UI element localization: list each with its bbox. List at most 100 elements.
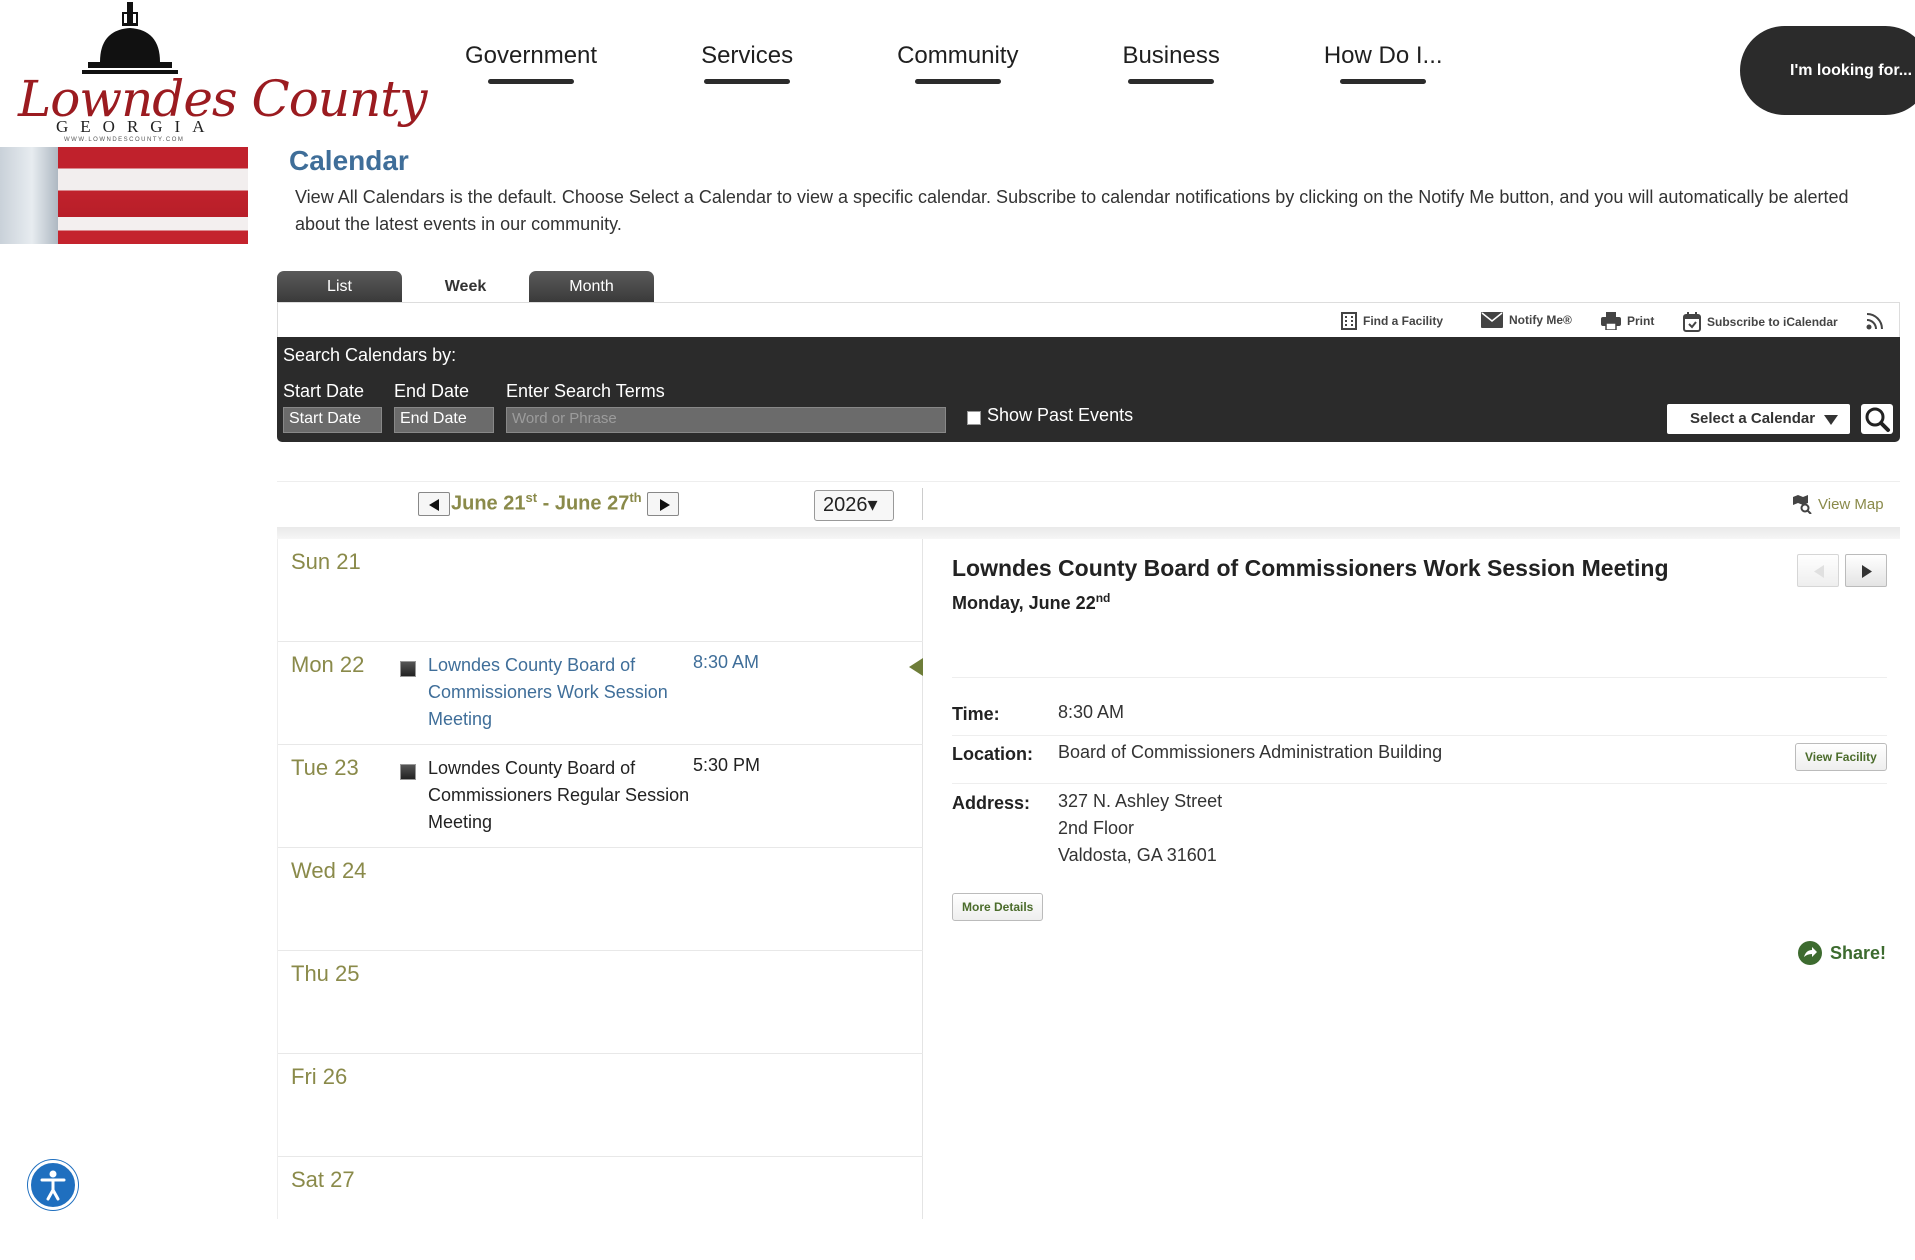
week-start-suffix: st: [525, 490, 538, 505]
header-divider: [922, 488, 923, 520]
view-map-label: View Map: [1818, 495, 1884, 513]
nav-label: Business: [1122, 42, 1220, 69]
event-link[interactable]: Lowndes County Board of Commissioners Wo…: [428, 652, 698, 733]
next-week-button[interactable]: [647, 492, 679, 516]
year-value: 2026: [823, 494, 868, 516]
search-heading: Search Calendars by:: [283, 345, 457, 365]
flag-banner-image: [0, 147, 248, 244]
year-select[interactable]: 2026▾: [814, 490, 894, 521]
nav-how-do-i[interactable]: How Do I...: [1324, 42, 1443, 84]
triangle-right-icon: [1862, 565, 1872, 578]
flag-pole: [0, 147, 58, 244]
calendar-icon: [1683, 312, 1701, 332]
nav-business[interactable]: Business: [1122, 42, 1220, 84]
day-name: Sun 21: [291, 549, 361, 574]
nav-services[interactable]: Services: [701, 42, 793, 84]
address-line-3: Valdosta, GA 31601: [1058, 845, 1217, 865]
search-terms-label: Enter Search Terms: [506, 381, 665, 401]
calendar-color-square: [400, 661, 416, 677]
search-terms-input[interactable]: Word or Phrase: [506, 407, 946, 433]
week-end-suffix: th: [629, 490, 642, 505]
nav-government[interactable]: Government: [465, 42, 597, 84]
tab-week[interactable]: Week: [403, 271, 528, 302]
day-row-sat: Sat 27: [278, 1157, 923, 1260]
event-date: Monday, June 22nd: [952, 591, 1110, 614]
time-value: 8:30 AM: [1058, 702, 1125, 722]
county-logo[interactable]: Lowndes County GEORGIA WWW.LOWNDESCOUNTY…: [10, 0, 428, 145]
tab-month[interactable]: Month: [529, 271, 654, 302]
printer-icon: [1601, 312, 1621, 330]
print-button[interactable]: Print: [1601, 312, 1654, 330]
nav-underline: [1128, 79, 1215, 84]
logo-state-text: GEORGIA: [56, 117, 217, 136]
view-map-button[interactable]: View Map: [1792, 494, 1884, 514]
main-nav: Government Services Community Business H…: [465, 42, 1443, 84]
address-line-2: 2nd Floor: [1058, 818, 1135, 838]
next-event-button[interactable]: [1845, 554, 1887, 587]
event-date-suffix: nd: [1095, 591, 1111, 605]
divider: [952, 783, 1887, 784]
nav-label: Government: [465, 42, 598, 69]
nav-community[interactable]: Community: [897, 42, 1018, 84]
map-search-icon: [1793, 495, 1812, 514]
nav-underline: [704, 79, 791, 84]
start-date-label: Start Date: [283, 381, 365, 401]
day-name: Thu 25: [291, 961, 360, 986]
find-facility-button[interactable]: Find a Facility: [1341, 312, 1443, 330]
triangle-right-icon: [660, 499, 670, 511]
view-facility-button[interactable]: View Facility: [1795, 743, 1887, 771]
prev-week-button[interactable]: [418, 492, 450, 516]
address-label: Address:: [952, 793, 1031, 813]
search-panel: Search Calendars by: Start Date End Date…: [277, 337, 1900, 442]
building-icon: [1341, 312, 1357, 330]
day-row-thu: Thu 25: [278, 951, 923, 1054]
rss-button[interactable]: [1866, 312, 1884, 330]
select-calendar-label: Select a Calendar: [1690, 410, 1816, 427]
more-details-button[interactable]: More Details: [952, 893, 1044, 921]
view-tabs: List Week Month: [277, 271, 655, 302]
location-value: Board of Commissioners Administration Bu…: [1058, 742, 1443, 762]
subscribe-icalendar-button[interactable]: Subscribe to iCalendar: [1683, 312, 1838, 332]
dropdown-arrow-icon: ▾: [867, 494, 878, 516]
day-row-tue[interactable]: Tue 23 Lowndes County Board of Commissio…: [278, 745, 923, 848]
notify-me-label: Notify Me®: [1509, 313, 1572, 327]
logo-url-text: WWW.LOWNDESCOUNTY.COM: [64, 137, 185, 143]
select-calendar-dropdown[interactable]: Select a Calendar: [1667, 404, 1850, 434]
end-date-label: End Date: [394, 381, 470, 401]
search-icon: [1865, 407, 1890, 432]
notify-me-button[interactable]: Notify Me®: [1481, 312, 1572, 328]
day-name: Tue 23: [291, 755, 359, 780]
nav-label: How Do I...: [1323, 42, 1443, 69]
address-line-1: 327 N. Ashley Street: [1058, 791, 1223, 811]
nav-underline: [1340, 79, 1427, 84]
calendar-color-square: [400, 764, 416, 780]
end-date-input[interactable]: End Date: [394, 407, 494, 433]
calendar-toolbar: Find a Facility Notify Me® Print Subscri…: [277, 302, 1900, 337]
show-past-events-checkbox[interactable]: [967, 411, 981, 425]
selected-arrow-icon: [909, 658, 923, 676]
courthouse-dome-icon: [82, 2, 178, 74]
envelope-icon: [1481, 312, 1503, 328]
week-start: June 21: [451, 492, 526, 515]
share-icon: [1798, 941, 1822, 965]
nav-underline: [488, 79, 575, 84]
day-name: Sat 27: [291, 1167, 355, 1192]
week-header: June 21st - June 27th 2026▾ View Map: [277, 481, 1900, 527]
dropdown-arrow-icon: [1824, 415, 1838, 425]
search-button[interactable]: [1861, 404, 1893, 434]
prev-event-button[interactable]: [1797, 554, 1839, 587]
divider: [952, 677, 1887, 678]
start-date-input[interactable]: Start Date: [283, 407, 382, 433]
tab-list[interactable]: List: [277, 271, 402, 302]
share-button[interactable]: Share!: [1798, 941, 1886, 965]
nav-label: Community: [897, 42, 1019, 69]
nav-underline: [914, 79, 1001, 84]
event-link[interactable]: Lowndes County Board of Commissioners Re…: [428, 755, 698, 836]
week-separator: -: [537, 492, 555, 515]
header-strip: [277, 527, 1900, 539]
accessibility-button[interactable]: [28, 1160, 78, 1210]
subscribe-label: Subscribe to iCalendar: [1707, 315, 1838, 329]
day-row-mon[interactable]: Mon 22 Lowndes County Board of Commissio…: [278, 642, 923, 745]
looking-for-button[interactable]: I'm looking for...: [1740, 26, 1915, 115]
triangle-left-icon: [1814, 565, 1824, 578]
